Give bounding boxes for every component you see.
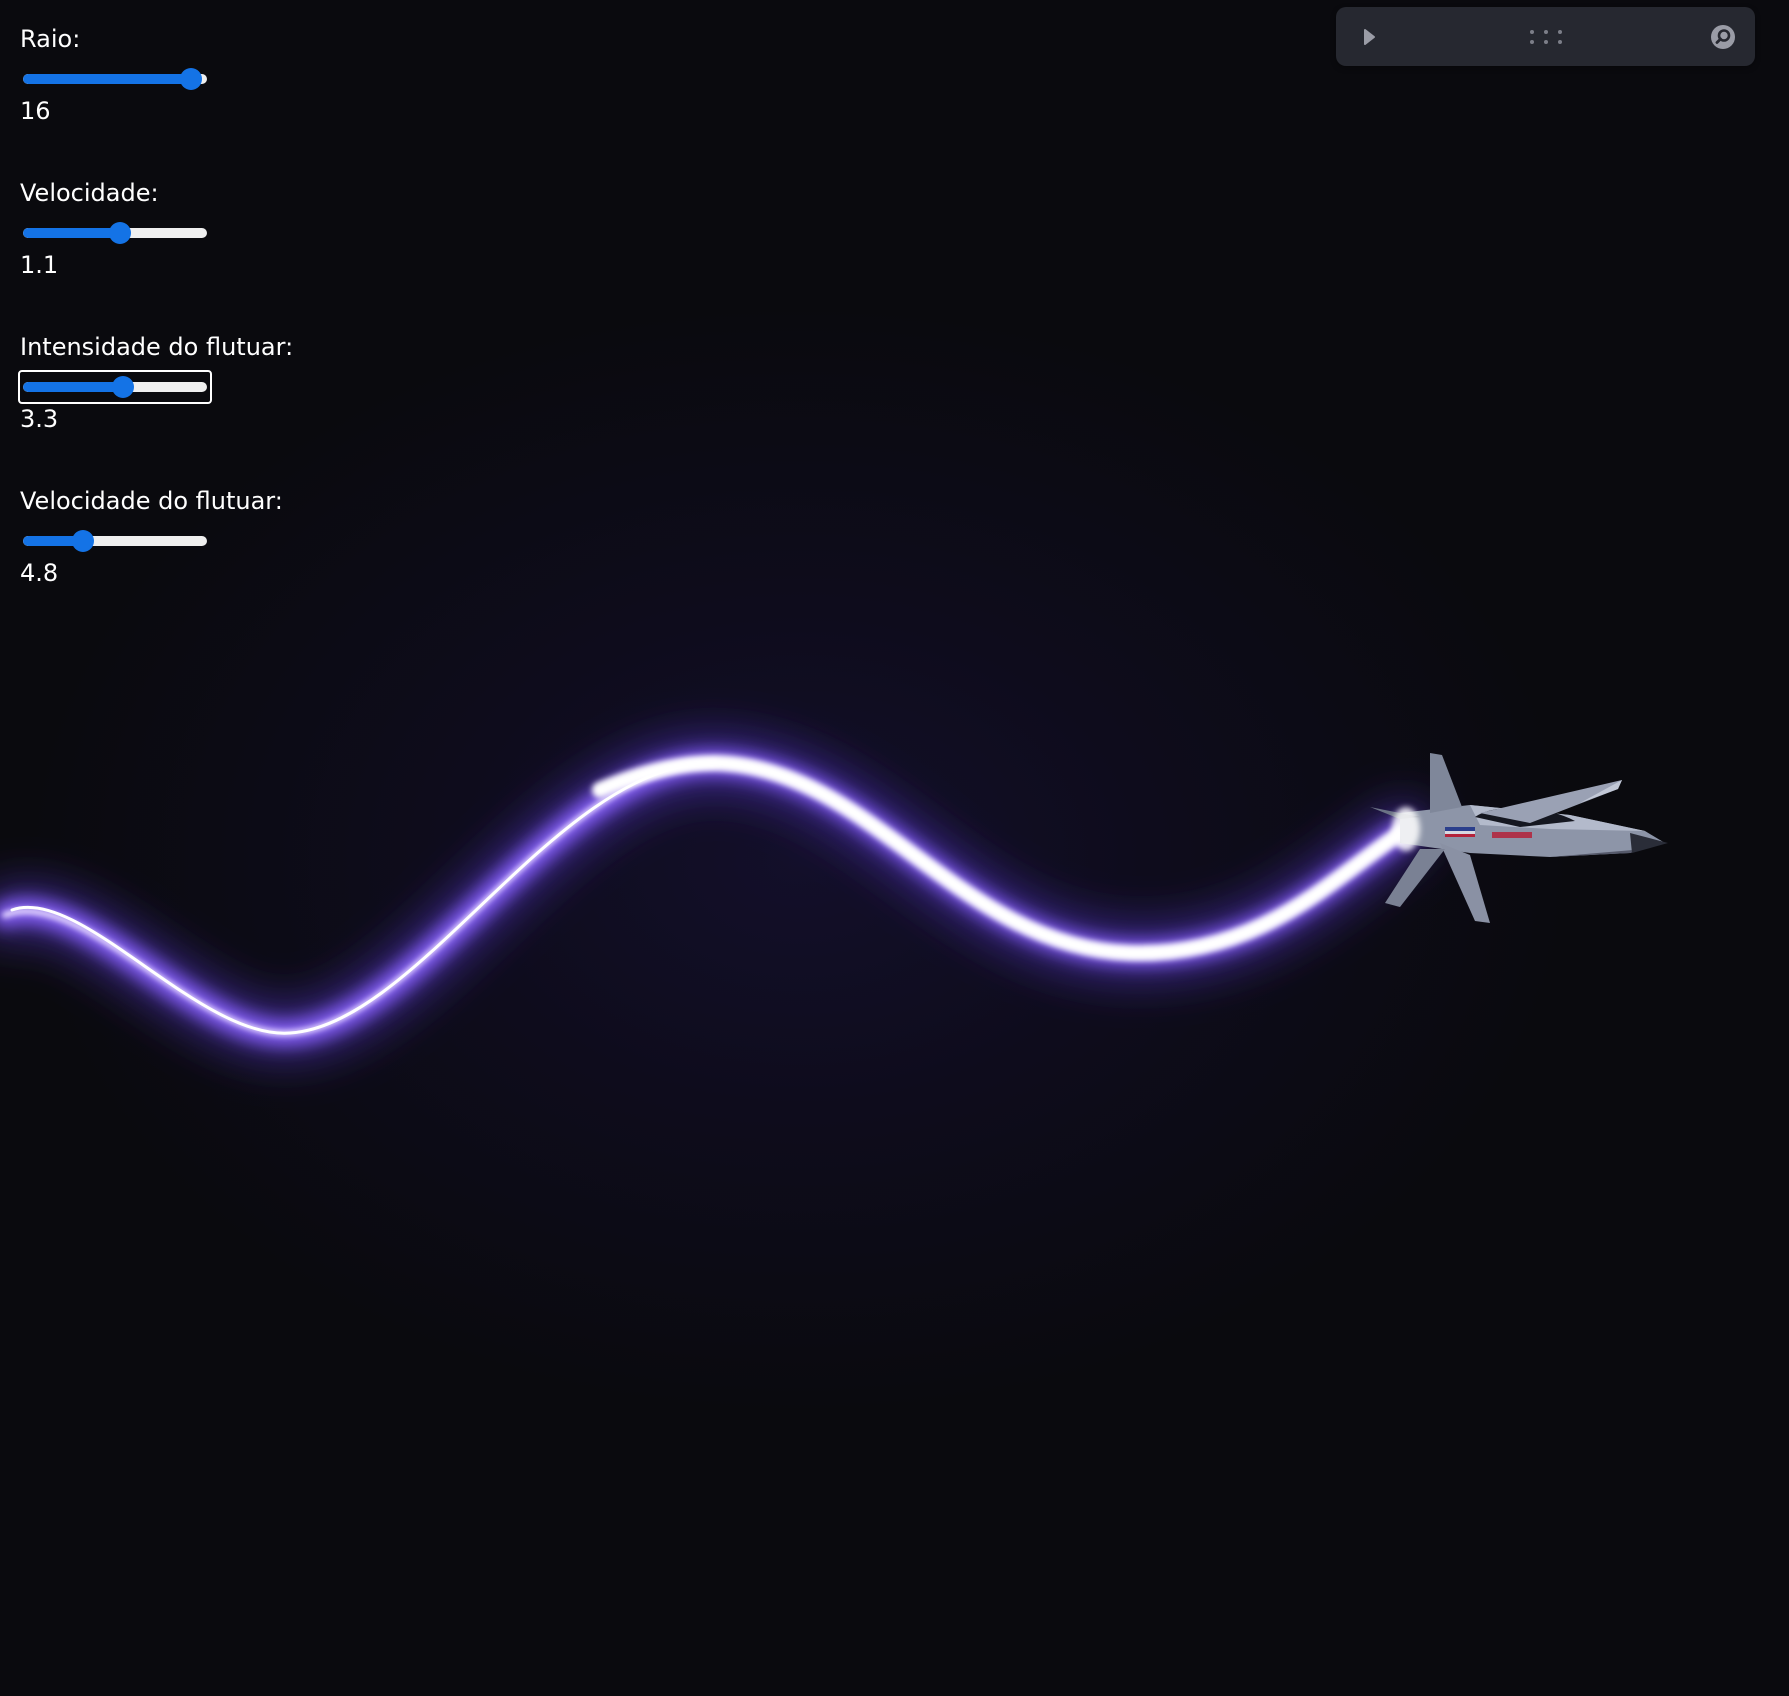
control-label: Velocidade: xyxy=(20,179,159,207)
control-value: 1.1 xyxy=(20,251,59,279)
control-2: Intensidade do flutuar: 3.3 xyxy=(18,332,340,434)
range-slider[interactable] xyxy=(18,62,212,96)
control-value: 3.3 xyxy=(20,405,59,433)
slider-thumb[interactable] xyxy=(179,68,202,90)
control-value: 4.8 xyxy=(20,559,59,587)
control-3: Velocidade do flutuar: 4.8 xyxy=(20,486,340,588)
control-value: 16 xyxy=(20,97,51,125)
slider-fill xyxy=(23,228,121,238)
range-slider[interactable] xyxy=(18,370,212,404)
viewer-toolbar xyxy=(1336,7,1755,66)
slider-thumb[interactable] xyxy=(112,376,135,398)
slider-fill xyxy=(23,382,125,392)
jet-plane-model xyxy=(1370,753,1668,923)
control-label: Raio: xyxy=(20,25,81,53)
range-slider[interactable] xyxy=(18,216,212,250)
slider-thumb[interactable] xyxy=(109,222,132,244)
play-button[interactable] xyxy=(1354,7,1384,66)
range-slider[interactable] xyxy=(18,524,212,558)
control-0: Raio: 16 xyxy=(20,24,340,126)
slider-track xyxy=(23,536,207,546)
drag-handle-icon xyxy=(1530,29,1562,44)
control-panel: Raio: 16 Velocidade: 1.1 Intensidade do flut… xyxy=(18,24,340,640)
search-icon xyxy=(1711,24,1735,49)
search-button[interactable] xyxy=(1703,7,1743,66)
drag-handle[interactable] xyxy=(1511,7,1581,66)
slider-thumb[interactable] xyxy=(72,530,95,552)
control-1: Velocidade: 1.1 xyxy=(20,178,340,280)
trail-glow-outer xyxy=(0,735,1432,1061)
control-label: Velocidade do flutuar: xyxy=(20,487,283,515)
control-label: Intensidade do flutuar: xyxy=(20,333,294,361)
play-icon xyxy=(1364,28,1375,45)
slider-fill xyxy=(23,74,198,84)
